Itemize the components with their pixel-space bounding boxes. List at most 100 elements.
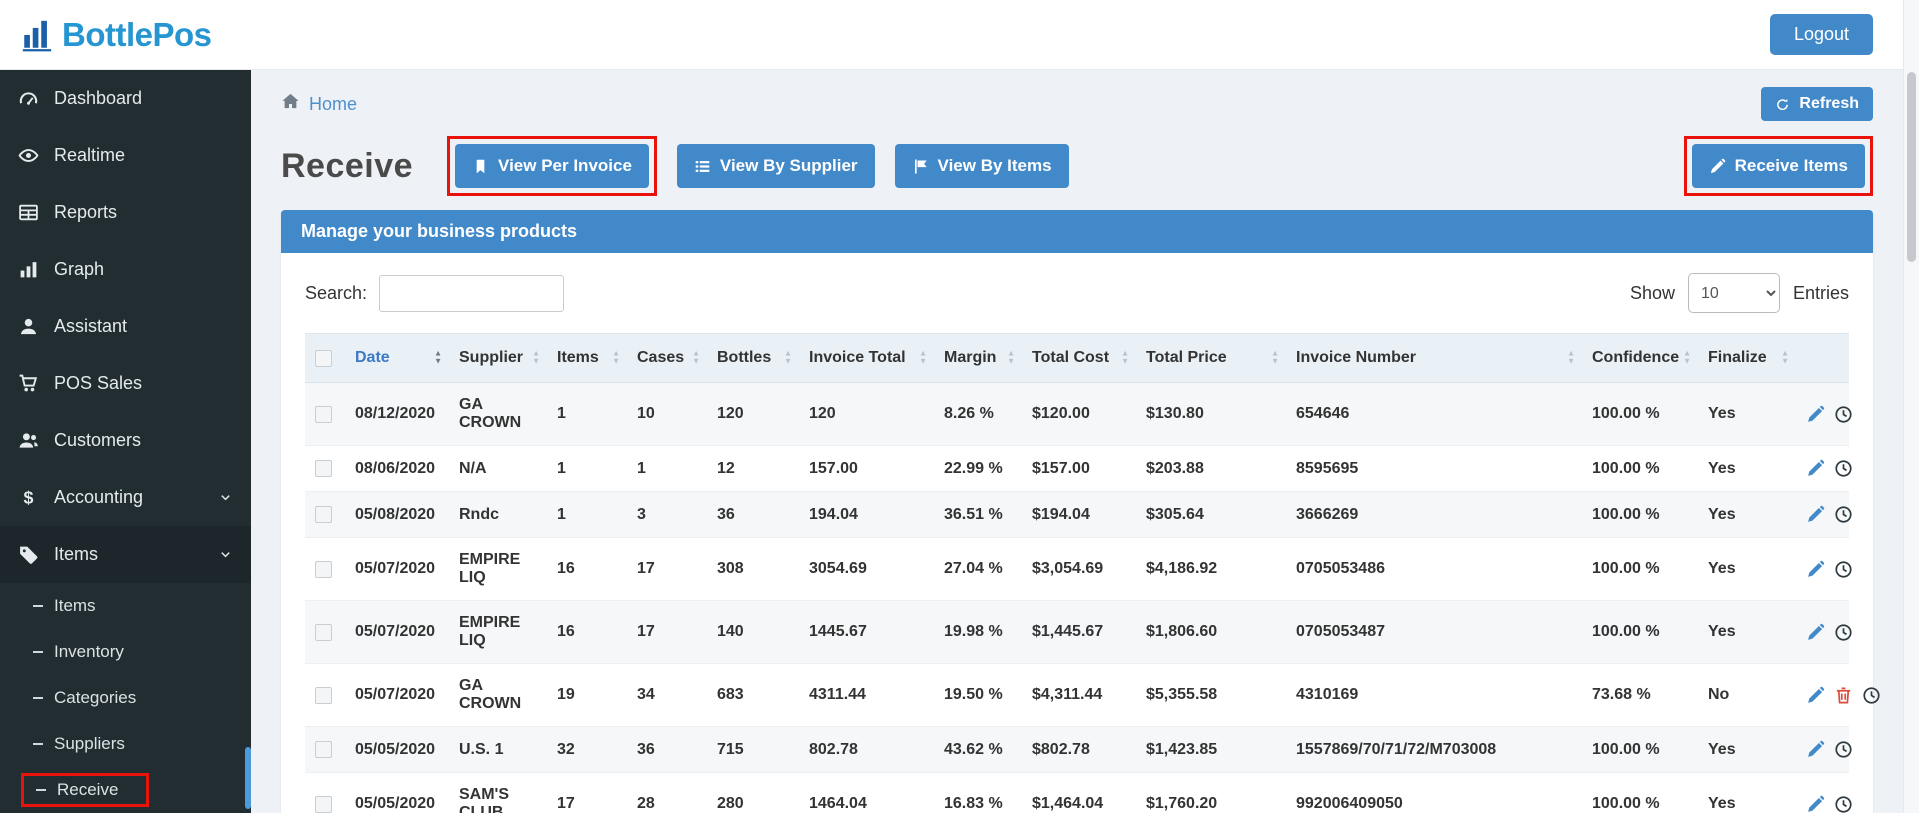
view-per-invoice-button[interactable]: View Per Invoice bbox=[455, 144, 649, 188]
cell-date: 08/12/2020 bbox=[345, 382, 449, 446]
row-checkbox[interactable] bbox=[315, 506, 332, 523]
column-header-label: Total Price bbox=[1146, 349, 1227, 366]
sort-icon[interactable]: ▲ ▼ bbox=[1683, 349, 1691, 367]
cell-cases: 10 bbox=[627, 382, 707, 446]
cell-invoice-number: 1557869/70/71/72/M703008 bbox=[1286, 726, 1582, 773]
column-header-supplier[interactable]: Supplier ▲ ▼ bbox=[449, 333, 547, 383]
edit-icon[interactable] bbox=[1806, 405, 1825, 424]
page-scrollbar[interactable] bbox=[1903, 0, 1919, 813]
edit-icon[interactable] bbox=[1806, 686, 1825, 705]
sort-icon[interactable]: ▲ ▼ bbox=[1271, 349, 1279, 367]
cell-finalize: No bbox=[1698, 663, 1796, 727]
sort-icon[interactable]: ▲ ▼ bbox=[1567, 349, 1575, 367]
cell-invoice-total: 157.00 bbox=[799, 445, 934, 492]
column-header-invoice-number[interactable]: Invoice Number ▲ ▼ bbox=[1286, 333, 1582, 383]
cell-finalize: Yes bbox=[1698, 726, 1796, 773]
sort-icon[interactable]: ▲ ▼ bbox=[784, 349, 792, 367]
row-checkbox[interactable] bbox=[315, 686, 332, 704]
column-header-confidence[interactable]: Confidence ▲ ▼ bbox=[1582, 333, 1698, 383]
delete-icon[interactable] bbox=[1834, 686, 1853, 705]
column-header-finalize[interactable]: Finalize ▲ ▼ bbox=[1698, 333, 1796, 383]
row-checkbox[interactable] bbox=[315, 623, 332, 641]
view-by-supplier-button[interactable]: View By Supplier bbox=[676, 144, 875, 188]
cell-margin: 22.99 % bbox=[934, 445, 1022, 492]
edit-icon[interactable] bbox=[1806, 740, 1825, 759]
history-icon[interactable] bbox=[1862, 686, 1881, 705]
page-size-select[interactable]: 10 bbox=[1687, 273, 1780, 313]
history-icon[interactable] bbox=[1834, 560, 1853, 579]
sidebar-item-graph[interactable]: Graph bbox=[0, 241, 251, 298]
column-header-total-cost[interactable]: Total Cost ▲ ▼ bbox=[1022, 333, 1136, 383]
sidebar-item-pos-sales[interactable]: POS Sales bbox=[0, 355, 251, 412]
tag-icon bbox=[18, 544, 39, 565]
sidebar-subitem-receive[interactable]: Receive bbox=[0, 767, 251, 813]
column-header-invoice-total[interactable]: Invoice Total ▲ ▼ bbox=[799, 333, 934, 383]
sidebar-item-assistant[interactable]: Assistant bbox=[0, 298, 251, 355]
search-input[interactable] bbox=[379, 274, 565, 312]
row-checkbox[interactable] bbox=[315, 741, 332, 758]
sidebar-item-accounting[interactable]: $ Accounting bbox=[0, 469, 251, 526]
history-icon[interactable] bbox=[1834, 623, 1853, 642]
sort-icon[interactable]: ▲ ▼ bbox=[434, 349, 442, 367]
sidebar-item-dashboard[interactable]: Dashboard bbox=[0, 70, 251, 127]
sidebar-item-label: POS Sales bbox=[54, 373, 143, 393]
sidebar-item-reports[interactable]: Reports bbox=[0, 184, 251, 241]
refresh-icon bbox=[1775, 97, 1790, 112]
scrollbar-thumb[interactable] bbox=[1907, 72, 1916, 262]
sidebar-item-customers[interactable]: Customers bbox=[0, 412, 251, 469]
cell-bottles: 36 bbox=[707, 491, 799, 538]
sidebar-subitem-label: Items bbox=[54, 596, 96, 615]
sidebar-item-realtime[interactable]: Realtime bbox=[0, 127, 251, 184]
cell-finalize: Yes bbox=[1698, 445, 1796, 492]
cell-total-cost: $157.00 bbox=[1022, 445, 1136, 492]
row-checkbox[interactable] bbox=[315, 560, 332, 578]
history-icon[interactable] bbox=[1834, 405, 1853, 424]
refresh-button[interactable]: Refresh bbox=[1761, 87, 1873, 121]
table-row: 08/12/2020 GA CROWN 1 10 120 120 8.26 % $120.00… bbox=[305, 382, 1852, 446]
sort-icon[interactable]: ▲ ▼ bbox=[919, 349, 927, 367]
sort-icon[interactable]: ▲ ▼ bbox=[1007, 349, 1015, 367]
cell-items: 1 bbox=[547, 382, 627, 446]
view-by-items-button[interactable]: View By Items bbox=[894, 144, 1069, 188]
sidebar-subitem-categories[interactable]: Categories bbox=[0, 675, 251, 721]
annotation-box: View Per Invoice bbox=[447, 136, 657, 196]
logout-button[interactable]: Logout bbox=[1769, 14, 1873, 55]
sidebar-subitem-inventory[interactable]: Inventory bbox=[0, 629, 251, 675]
row-checkbox[interactable] bbox=[315, 405, 332, 423]
edit-icon[interactable] bbox=[1806, 505, 1825, 524]
brand-logo[interactable]: BottlePos bbox=[20, 16, 212, 54]
column-header-total-price[interactable]: Total Price ▲ ▼ bbox=[1136, 333, 1286, 383]
column-header-bottles[interactable]: Bottles ▲ ▼ bbox=[707, 333, 799, 383]
sidebar-item-items[interactable]: Items bbox=[0, 526, 251, 583]
edit-icon[interactable] bbox=[1806, 795, 1825, 813]
history-icon[interactable] bbox=[1834, 459, 1853, 478]
dash-icon bbox=[33, 651, 43, 653]
edit-icon[interactable] bbox=[1806, 560, 1825, 579]
cell-total-price: $4,186.92 bbox=[1136, 537, 1286, 601]
edit-icon[interactable] bbox=[1806, 459, 1825, 478]
column-header-items[interactable]: Items ▲ ▼ bbox=[547, 333, 627, 383]
edit-icon[interactable] bbox=[1806, 623, 1825, 642]
column-header-cases[interactable]: Cases ▲ ▼ bbox=[627, 333, 707, 383]
sort-icon[interactable]: ▲ ▼ bbox=[532, 349, 540, 367]
column-header-margin[interactable]: Margin ▲ ▼ bbox=[934, 333, 1022, 383]
cell-supplier: EMPIRE LIQ bbox=[449, 600, 547, 664]
row-checkbox[interactable] bbox=[315, 460, 332, 477]
history-icon[interactable] bbox=[1834, 795, 1853, 813]
history-icon[interactable] bbox=[1834, 740, 1853, 759]
sidebar-subitem-label: Inventory bbox=[54, 642, 124, 661]
sort-icon[interactable]: ▲ ▼ bbox=[612, 349, 620, 367]
column-header-date[interactable]: Date ▲ ▼ bbox=[345, 333, 449, 383]
row-checkbox[interactable] bbox=[315, 795, 332, 813]
column-header-label: Confidence bbox=[1592, 349, 1680, 366]
sidebar-subitem-suppliers[interactable]: Suppliers bbox=[0, 721, 251, 767]
sort-icon[interactable]: ▲ ▼ bbox=[692, 349, 700, 367]
brand-name: BottlePos bbox=[62, 15, 212, 53]
breadcrumb-home-link[interactable]: Home bbox=[309, 94, 357, 115]
sidebar-subitem-items[interactable]: Items bbox=[0, 583, 251, 629]
history-icon[interactable] bbox=[1834, 505, 1853, 524]
receive-items-button[interactable]: Receive Items bbox=[1691, 144, 1865, 188]
select-all-checkbox[interactable] bbox=[315, 349, 332, 367]
sort-icon[interactable]: ▲ ▼ bbox=[1121, 349, 1129, 367]
sort-icon[interactable]: ▲ ▼ bbox=[1781, 349, 1789, 367]
